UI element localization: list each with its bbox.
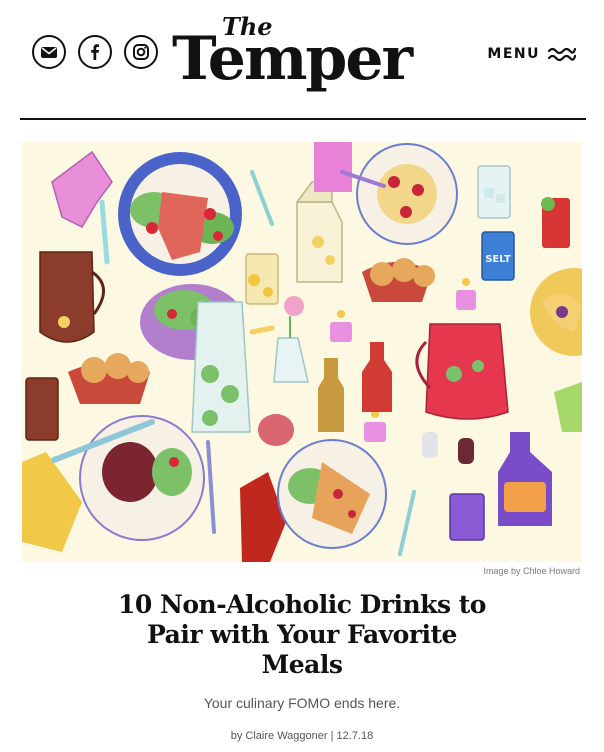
title-line-3: Meals — [261, 650, 343, 679]
title-line-1: 10 Non-Alcoholic Drinks to — [118, 590, 486, 619]
food-drinks-illustration: SELT — [22, 142, 582, 562]
header-divider — [20, 118, 586, 120]
social-links — [32, 35, 158, 69]
title-line-2: Pair with Your Favorite — [147, 620, 457, 649]
article-byline: by Claire Waggoner | 12.7.18 — [230, 730, 374, 742]
instagram-button[interactable] — [124, 35, 158, 69]
site-logo[interactable]: The Temper — [172, 12, 434, 104]
instagram-icon — [133, 44, 149, 60]
email-icon — [41, 47, 57, 58]
menu-button[interactable]: MENU — [487, 46, 576, 62]
article-dek: Your culinary FOMO ends here. — [203, 695, 401, 711]
facebook-icon — [91, 44, 99, 60]
logo-wordmark: Temper — [172, 24, 413, 94]
image-credit: Image by Chloe Howard — [483, 566, 580, 576]
site-header: The Temper MENU — [0, 0, 604, 120]
can-label: SELT — [485, 254, 511, 265]
wave-menu-icon — [548, 47, 576, 62]
email-button[interactable] — [32, 35, 66, 69]
menu-label: MENU — [487, 46, 540, 62]
hero-illustration: SELT — [22, 142, 582, 562]
article-title[interactable]: 10 Non-Alcoholic Drinks to Pair with You… — [0, 590, 604, 680]
facebook-button[interactable] — [78, 35, 112, 69]
